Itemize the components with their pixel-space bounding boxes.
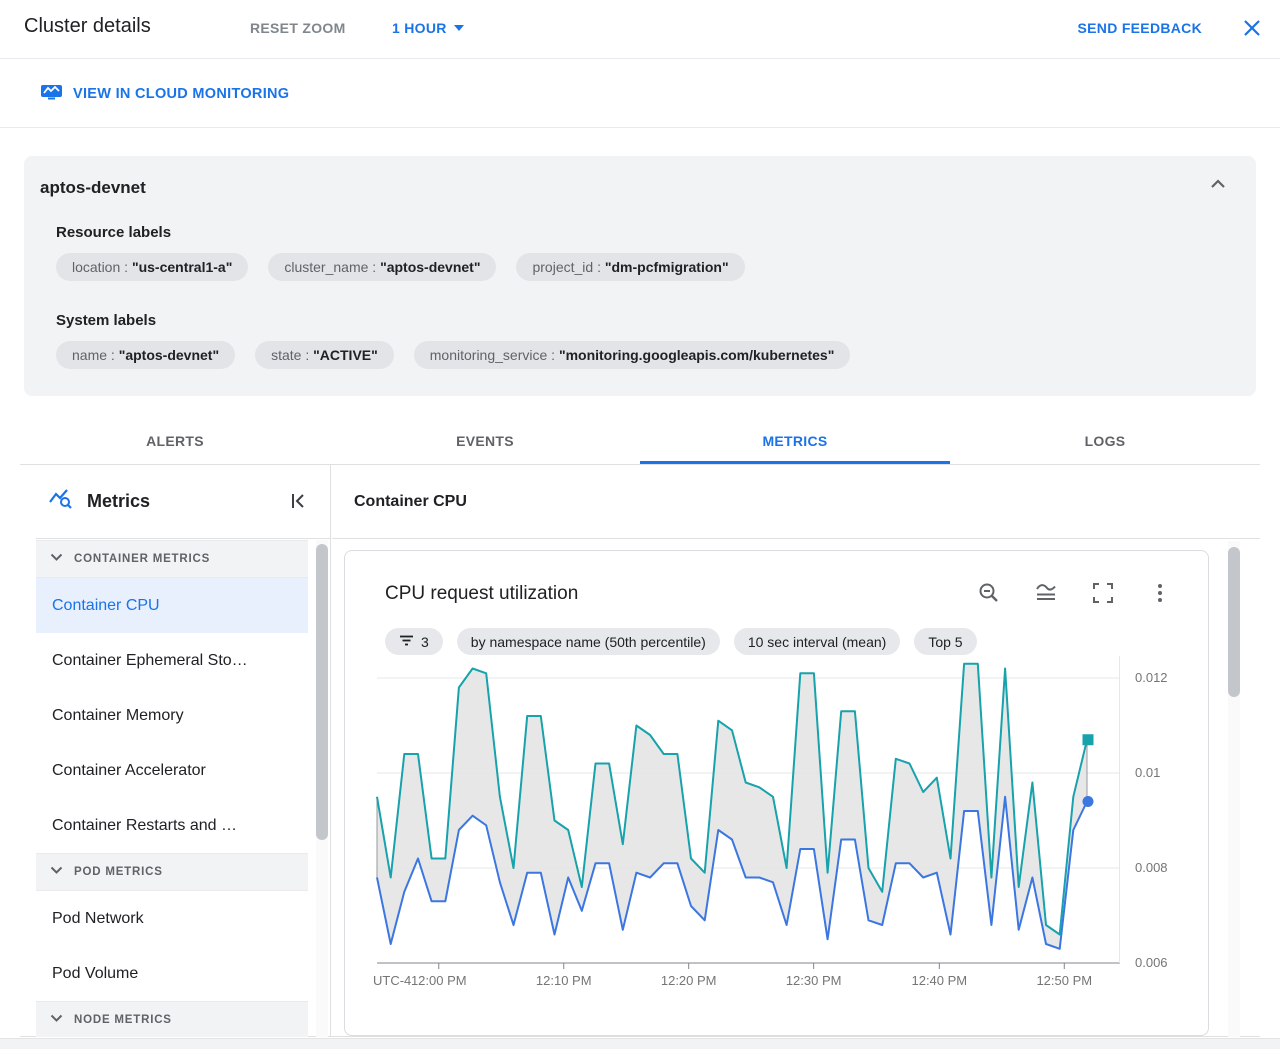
fullscreen-icon[interactable] xyxy=(1091,581,1115,605)
chart-chip-10-sec-interval-mean[interactable]: 10 sec interval (mean) xyxy=(733,628,901,655)
sidebar-item-container-restarts-and[interactable]: Container Restarts and … xyxy=(36,798,308,853)
chevron-down-icon xyxy=(453,25,464,31)
tab-events[interactable]: EVENTS xyxy=(330,420,640,464)
sidebar-section-pod-metrics[interactable]: POD METRICS xyxy=(36,853,308,891)
metrics-sidebar-header: Metrics xyxy=(36,465,330,539)
collapse-sidebar-icon[interactable] xyxy=(290,492,306,513)
sidebar-item-container-cpu[interactable]: Container CPU xyxy=(36,578,308,633)
time-range-dropdown[interactable]: 1 HOUR xyxy=(392,20,464,36)
cluster-name: aptos-devnet xyxy=(40,178,146,197)
chart-chip-top-5[interactable]: Top 5 xyxy=(914,628,977,655)
chevron-down-icon xyxy=(50,553,63,565)
main-scrollbar[interactable] xyxy=(1228,541,1240,1037)
main-panel-title: Container CPU xyxy=(354,493,467,510)
resource-labels-row: location : "us-central1-a" cluster_name :… xyxy=(56,253,745,281)
zoom-out-icon[interactable] xyxy=(977,581,1001,605)
x-axis-tick-label: 12:50 PM xyxy=(1036,973,1093,988)
sidebar-scrollbar-thumb[interactable] xyxy=(316,544,328,840)
chart-card: CPU request utilization 3 by namespace n… xyxy=(344,550,1209,1036)
time-range-label: 1 HOUR xyxy=(392,20,447,36)
more-options-icon[interactable] xyxy=(1148,581,1172,605)
x-axis-tick-label: 12:10 PM xyxy=(535,973,592,988)
sidebar-item-container-memory[interactable]: Container Memory xyxy=(36,688,308,743)
secondary-toolbar: VIEW IN CLOUD MONITORING xyxy=(0,60,1280,128)
label-chip-name: name : "aptos-devnet" xyxy=(56,341,236,369)
label-chip-project-id: project_id : "dm-pcfmigration" xyxy=(516,253,745,281)
cluster-details-page: Cluster details RESET ZOOM 1 HOUR SEND F… xyxy=(0,0,1280,1049)
label-chip-state: state : "ACTIVE" xyxy=(255,341,394,369)
monitoring-chart-icon xyxy=(40,83,63,105)
x-axis-tick-label: 12:20 PM xyxy=(660,973,717,988)
chart-title: CPU request utilization xyxy=(385,583,579,604)
tab-metrics[interactable]: METRICS xyxy=(640,420,950,464)
chevron-down-icon xyxy=(50,866,63,878)
statistics-icon[interactable] xyxy=(1034,581,1058,605)
metrics-sidebar-title: Metrics xyxy=(87,491,151,511)
metrics-list: CONTAINER METRICS Container CPU Container … xyxy=(36,540,308,1037)
collapse-panel-button[interactable] xyxy=(1210,178,1226,193)
main-scrollbar-thumb[interactable] xyxy=(1228,547,1240,697)
view-in-cloud-monitoring-label: VIEW IN CLOUD MONITORING xyxy=(73,86,290,102)
sidebar-item-container-ephemeral-sto[interactable]: Container Ephemeral Sto… xyxy=(36,633,308,688)
chevron-down-icon xyxy=(50,1014,63,1026)
x-axis-tick-label: 12:30 PM xyxy=(785,973,842,988)
metrics-content: Metrics CONTAINER METRICS Container CPU Co… xyxy=(20,465,1260,1037)
metrics-icon xyxy=(48,487,74,516)
label-chip-location: location : "us-central1-a" xyxy=(56,253,249,281)
tab-bar: ALERTS EVENTS METRICS LOGS xyxy=(20,420,1260,465)
system-labels-heading: System labels xyxy=(56,312,157,329)
y-axis-tick-label: 0.012 xyxy=(1135,670,1168,685)
sidebar-item-container-accelerator[interactable]: Container Accelerator xyxy=(36,743,308,798)
sidebar-item-pod-volume[interactable]: Pod Volume xyxy=(36,946,308,1001)
chart-chip-3[interactable]: 3 xyxy=(385,628,443,655)
tab-logs[interactable]: LOGS xyxy=(950,420,1260,464)
chart-toolbar xyxy=(977,581,1172,605)
cluster-info-panel: aptos-devnet Resource labels location : … xyxy=(24,156,1256,396)
metrics-sidebar: Metrics CONTAINER METRICS Container CPU Co… xyxy=(36,465,331,1037)
sidebar-section-container-metrics[interactable]: CONTAINER METRICS xyxy=(36,540,308,578)
sidebar-section-node-metrics[interactable]: NODE METRICS xyxy=(36,1001,308,1037)
view-in-cloud-monitoring-link[interactable]: VIEW IN CLOUD MONITORING xyxy=(40,83,289,105)
tab-alerts[interactable]: ALERTS xyxy=(20,420,330,464)
reset-zoom-button[interactable]: RESET ZOOM xyxy=(250,20,346,36)
metrics-main-panel: Container CPU CPU request utilization 3 … xyxy=(332,465,1260,1037)
sidebar-item-pod-network[interactable]: Pod Network xyxy=(36,891,308,946)
main-panel-header: Container CPU xyxy=(332,465,1260,539)
chart-chip-by-namespace-name-50th-percentile[interactable]: by namespace name (50th percentile) xyxy=(456,628,720,655)
x-axis-tick-label: 12:40 PM xyxy=(911,973,968,988)
page-title: Cluster details xyxy=(24,15,151,37)
close-icon[interactable] xyxy=(1242,18,1262,41)
y-axis-tick-label: 0.008 xyxy=(1135,860,1168,875)
system-labels-row: name : "aptos-devnet" state : "ACTIVE" mon… xyxy=(56,341,851,369)
resource-labels-heading: Resource labels xyxy=(56,224,172,241)
filter-icon xyxy=(399,634,414,650)
y-axis-tick-label: 0.006 xyxy=(1135,955,1168,970)
x-axis-tick-label: 12:00 PM xyxy=(410,973,467,988)
chart-filter-chips: 3 by namespace name (50th percentile) 10 s… xyxy=(385,628,977,655)
top-bar: Cluster details RESET ZOOM 1 HOUR SEND F… xyxy=(0,0,1280,59)
bottom-strip xyxy=(0,1038,1280,1049)
cpu-utilization-chart[interactable] xyxy=(376,656,1120,971)
label-chip-cluster-name: cluster_name : "aptos-devnet" xyxy=(268,253,497,281)
send-feedback-link[interactable]: SEND FEEDBACK xyxy=(1078,20,1202,36)
sidebar-scrollbar[interactable] xyxy=(316,540,328,1037)
y-axis-tick-label: 0.01 xyxy=(1135,765,1161,780)
label-chip-monitoring-service: monitoring_service : "monitoring.googlea… xyxy=(413,341,851,369)
